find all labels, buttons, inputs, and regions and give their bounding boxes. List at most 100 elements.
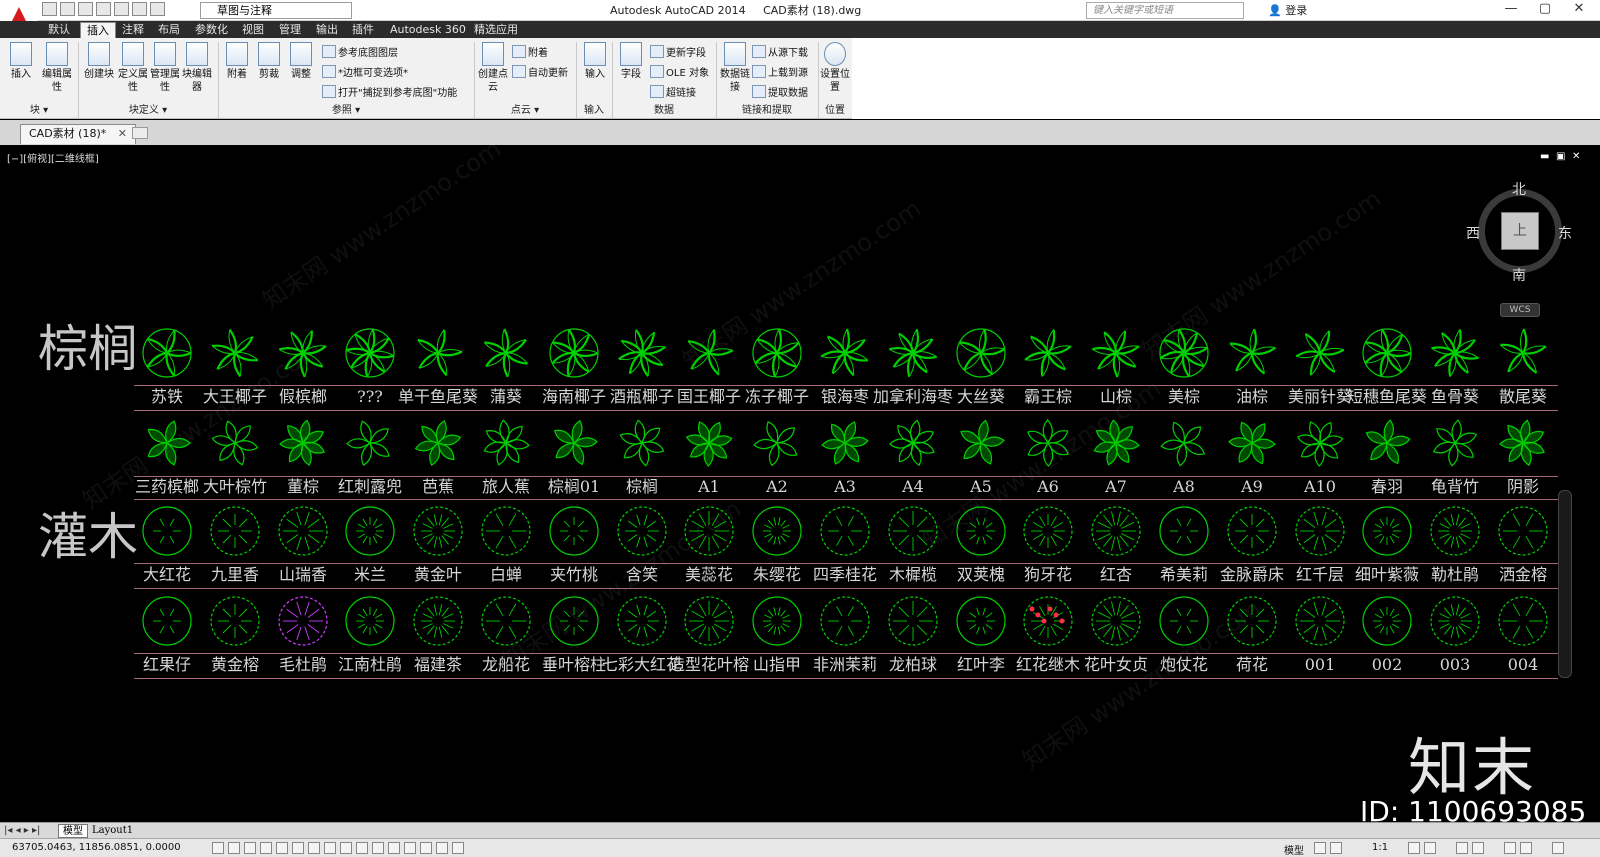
create-block-button[interactable]: 创建块 (84, 42, 114, 81)
plant-symbol[interactable] (405, 415, 471, 471)
plant-symbol[interactable] (270, 503, 336, 559)
plant-symbol[interactable] (1422, 325, 1488, 381)
plant-symbol[interactable] (202, 415, 268, 471)
point-cloud-attach-button[interactable]: 附着 (512, 44, 548, 59)
auto-scale-icon[interactable] (1424, 842, 1436, 854)
viewcube[interactable]: 上 北 南 东 西 (1466, 179, 1572, 285)
plant-symbol[interactable] (541, 593, 607, 649)
plant-symbol[interactable] (812, 503, 878, 559)
plant-symbol[interactable] (1354, 593, 1420, 649)
plant-symbol[interactable] (1354, 503, 1420, 559)
plant-symbol[interactable] (744, 503, 810, 559)
plant-symbol[interactable] (337, 593, 403, 649)
clip-button[interactable]: 剪裁 (254, 42, 284, 81)
panel-label-point-cloud[interactable]: 点云 ▾ (474, 104, 576, 118)
clean-screen-icon[interactable] (1552, 842, 1564, 854)
tab-insert[interactable]: 插入 (80, 22, 116, 38)
workspace-switching-icon[interactable] (1456, 842, 1468, 854)
update-fields-button[interactable]: 更新字段 (650, 44, 706, 59)
hardware-acceleration-icon[interactable] (1504, 842, 1516, 854)
navigation-bar[interactable] (1558, 490, 1572, 678)
plant-symbol[interactable] (1083, 593, 1149, 649)
lineweight-icon[interactable] (372, 842, 384, 854)
plant-symbol[interactable] (134, 593, 200, 649)
snap-mode-icon[interactable] (228, 842, 240, 854)
viewport-label[interactable]: [−][俯视][二维线框] (7, 150, 99, 165)
annotation-monitor-icon[interactable] (436, 842, 448, 854)
transparency-icon[interactable] (388, 842, 400, 854)
field-button[interactable]: 字段 (616, 42, 646, 81)
underlay-layers-button[interactable]: 参考底图图层 (322, 44, 398, 59)
plant-symbol[interactable] (1151, 415, 1217, 471)
plant-symbol[interactable] (1083, 503, 1149, 559)
viewcube-top-face[interactable]: 上 (1501, 212, 1539, 250)
download-from-source-button[interactable]: 从源下载 (752, 44, 808, 59)
plant-symbol[interactable] (541, 325, 607, 381)
plant-symbol[interactable] (1151, 325, 1217, 381)
quick-view-layouts-icon[interactable] (1314, 842, 1326, 854)
selection-cycling-icon[interactable] (420, 842, 432, 854)
plant-symbol[interactable] (1083, 415, 1149, 471)
save-icon[interactable] (78, 2, 93, 16)
plant-symbol[interactable] (744, 415, 810, 471)
insert-block-button[interactable]: 插入 (6, 42, 36, 81)
plant-symbol[interactable] (1287, 415, 1353, 471)
plant-symbol[interactable] (948, 593, 1014, 649)
plant-symbol[interactable] (1422, 593, 1488, 649)
tab-plugins[interactable]: 插件 (352, 22, 374, 38)
quick-view-drawings-icon[interactable] (1330, 842, 1342, 854)
compass-south[interactable]: 南 (1512, 265, 1526, 285)
print-icon[interactable] (114, 2, 129, 16)
plant-symbol[interactable] (1490, 325, 1556, 381)
open-icon[interactable] (60, 2, 75, 16)
plant-symbol[interactable] (1015, 593, 1081, 649)
plant-symbol[interactable] (270, 415, 336, 471)
new-icon[interactable] (42, 2, 57, 16)
plant-symbol[interactable] (948, 325, 1014, 381)
plant-symbol[interactable] (1490, 503, 1556, 559)
object-snap-icon[interactable] (292, 842, 304, 854)
plant-symbol[interactable] (1287, 593, 1353, 649)
plant-symbol[interactable] (812, 415, 878, 471)
plant-symbol[interactable] (609, 415, 675, 471)
plant-symbol[interactable] (812, 325, 878, 381)
infer-constraints-icon[interactable] (212, 842, 224, 854)
viewport-close-button[interactable]: ✕ (1572, 151, 1580, 162)
plant-symbol[interactable] (1219, 415, 1285, 471)
3d-object-snap-icon[interactable] (308, 842, 320, 854)
plant-symbol[interactable] (1151, 503, 1217, 559)
plant-symbol[interactable] (134, 415, 200, 471)
plant-symbol[interactable] (337, 415, 403, 471)
undo-icon[interactable] (132, 2, 147, 16)
plant-symbol[interactable] (270, 593, 336, 649)
tab-featured-apps[interactable]: 精选应用 (474, 22, 518, 38)
snap-tracking-icon[interactable] (324, 842, 336, 854)
document-tab[interactable]: CAD素材 (18)* ✕ (20, 124, 136, 144)
close-button[interactable]: ✕ (1558, 0, 1600, 20)
tab-view[interactable]: 视图 (242, 22, 264, 38)
tab-output[interactable]: 输出 (316, 22, 338, 38)
save-as-icon[interactable] (96, 2, 111, 16)
tab-annotate[interactable]: 注释 (122, 22, 144, 38)
polar-tracking-icon[interactable] (276, 842, 288, 854)
plant-symbol[interactable] (134, 325, 200, 381)
plant-symbol[interactable] (337, 503, 403, 559)
close-tab-icon[interactable]: ✕ (118, 127, 127, 140)
plant-symbol[interactable] (1354, 325, 1420, 381)
model-space-toggle[interactable]: 模型 (1284, 842, 1304, 857)
set-location-button[interactable]: 设置位置 (820, 42, 850, 94)
plant-symbol[interactable] (609, 593, 675, 649)
plant-symbol[interactable] (1422, 503, 1488, 559)
plant-symbol[interactable] (1287, 503, 1353, 559)
wcs-menu[interactable]: WCS (1500, 303, 1540, 317)
frames-vary-dropdown[interactable]: *边框可变选项* (322, 64, 408, 79)
plant-symbol[interactable] (473, 325, 539, 381)
plant-symbol[interactable] (1015, 415, 1081, 471)
plant-symbol[interactable] (541, 503, 607, 559)
hyperlink-button[interactable]: 超链接 (650, 84, 696, 99)
ortho-mode-icon[interactable] (260, 842, 272, 854)
gizmo-icon[interactable] (452, 842, 464, 854)
plant-symbol[interactable] (1287, 325, 1353, 381)
new-tab-button[interactable] (132, 127, 148, 139)
dynamic-input-icon[interactable] (356, 842, 368, 854)
